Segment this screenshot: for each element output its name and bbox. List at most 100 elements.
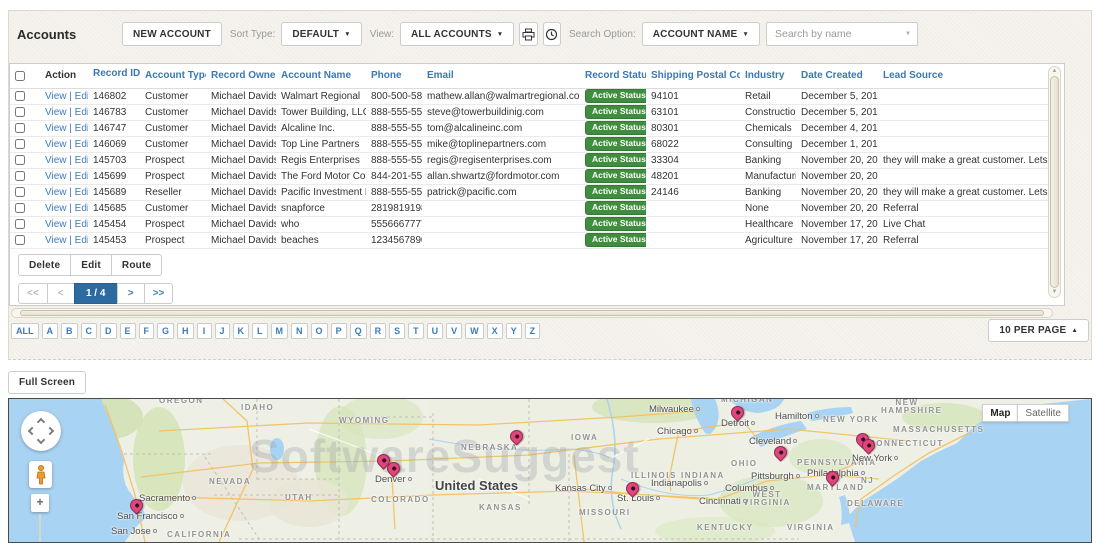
edit-link[interactable]: Edit [75, 91, 88, 102]
page-button[interactable]: >> [144, 283, 174, 304]
view-link[interactable]: View [45, 155, 67, 166]
page-button[interactable]: > [117, 283, 145, 304]
edit-button[interactable]: Edit [70, 254, 112, 276]
row-checkbox[interactable] [15, 187, 25, 197]
delete-button[interactable]: Delete [18, 254, 71, 276]
alphabet-filter-w[interactable]: W [465, 323, 484, 339]
alphabet-filter-m[interactable]: M [271, 323, 289, 339]
alphabet-filter-y[interactable]: Y [506, 323, 522, 339]
edit-link[interactable]: Edit [75, 123, 88, 134]
column-header-date-created[interactable]: Date Created [796, 64, 878, 88]
view-dropdown[interactable]: ALL ACCOUNTS ▼ [400, 22, 514, 46]
alphabet-filter-h[interactable]: H [177, 323, 194, 339]
edit-link[interactable]: Edit [75, 203, 88, 214]
zoom-slider-track[interactable] [39, 514, 41, 542]
column-header-shipping-postal-code[interactable]: Shipping Postal Code [646, 64, 740, 88]
horizontal-scrollbar-thumb[interactable] [20, 310, 1044, 316]
view-link[interactable]: View [45, 91, 67, 102]
alphabet-filter-z[interactable]: Z [525, 323, 541, 339]
edit-link[interactable]: Edit [75, 139, 88, 150]
route-button[interactable]: Route [111, 254, 162, 276]
vertical-scrollbar[interactable]: ▲ ▼ [1048, 66, 1061, 298]
column-header-account-name[interactable]: Account Name [276, 64, 366, 88]
select-all-checkbox[interactable] [15, 71, 25, 81]
map-type-satellite[interactable]: Satellite [1017, 404, 1069, 422]
row-checkbox[interactable] [15, 139, 25, 149]
view-link[interactable]: View [45, 171, 67, 182]
print-button[interactable] [519, 22, 537, 46]
alphabet-filter-i[interactable]: I [197, 323, 212, 339]
view-link[interactable]: View [45, 219, 67, 230]
column-header-phone[interactable]: Phone [366, 64, 422, 88]
alphabet-filter-x[interactable]: X [487, 323, 503, 339]
map-type-map[interactable]: Map [982, 404, 1018, 422]
row-checkbox[interactable] [15, 91, 25, 101]
new-account-button[interactable]: NEW ACCOUNT [122, 22, 222, 46]
alphabet-filter-g[interactable]: G [157, 323, 174, 339]
alphabet-filter-v[interactable]: V [446, 323, 462, 339]
alphabet-filter-n[interactable]: N [291, 323, 308, 339]
alphabet-filter-d[interactable]: D [100, 323, 117, 339]
alphabet-filter-e[interactable]: E [120, 323, 136, 339]
row-checkbox[interactable] [15, 219, 25, 229]
row-checkbox[interactable] [15, 235, 25, 245]
recent-history-button[interactable] [543, 22, 561, 46]
pan-left-icon[interactable] [28, 427, 36, 435]
pan-right-icon[interactable] [46, 427, 54, 435]
row-checkbox[interactable] [15, 107, 25, 117]
full-screen-button[interactable]: Full Screen [8, 371, 86, 394]
edit-link[interactable]: Edit [75, 155, 88, 166]
alphabet-filter-f[interactable]: F [139, 323, 155, 339]
row-checkbox[interactable] [15, 155, 25, 165]
vertical-scrollbar-thumb[interactable] [1050, 76, 1059, 288]
page-button[interactable]: << [18, 283, 48, 304]
alphabet-filter-l[interactable]: L [252, 323, 268, 339]
pan-up-icon[interactable] [37, 418, 45, 426]
sort-type-dropdown[interactable]: DEFAULT ▼ [281, 22, 361, 46]
column-header-lead-source[interactable]: Lead Source [878, 64, 1048, 88]
alphabet-filter-u[interactable]: U [427, 323, 444, 339]
pan-control[interactable] [21, 411, 61, 451]
column-header-action[interactable]: Action [40, 64, 88, 88]
row-checkbox[interactable] [15, 171, 25, 181]
edit-link[interactable]: Edit [75, 219, 88, 230]
alphabet-filter-c[interactable]: C [81, 323, 98, 339]
horizontal-scrollbar[interactable] [11, 308, 1053, 318]
page-button[interactable]: < [47, 283, 75, 304]
current-page[interactable]: 1 / 4 [74, 283, 118, 304]
search-input[interactable] [766, 22, 918, 46]
view-link[interactable]: View [45, 139, 67, 150]
street-view-pegman[interactable] [29, 461, 52, 488]
column-header-industry[interactable]: Industry [740, 64, 796, 88]
column-header-record-owner[interactable]: Record Owner [206, 64, 276, 88]
map[interactable]: SoftwareSuggest United States OREGONIDAH… [8, 398, 1092, 543]
alphabet-filter-p[interactable]: P [331, 323, 347, 339]
column-header-account-type[interactable]: Account Type [140, 64, 206, 88]
alphabet-filter-s[interactable]: S [389, 323, 405, 339]
alphabet-filter-b[interactable]: B [61, 323, 78, 339]
column-header-record-status[interactable]: Record Status [580, 64, 646, 88]
per-page-dropdown[interactable]: 10 PER PAGE ▲ [988, 319, 1089, 342]
alphabet-filter-all[interactable]: ALL [11, 323, 39, 339]
column-header-email[interactable]: Email [422, 64, 580, 88]
edit-link[interactable]: Edit [75, 187, 88, 198]
alphabet-filter-j[interactable]: J [215, 323, 230, 339]
view-link[interactable]: View [45, 235, 67, 246]
view-link[interactable]: View [45, 203, 67, 214]
zoom-in-button[interactable]: + [31, 494, 49, 512]
alphabet-filter-o[interactable]: O [311, 323, 328, 339]
row-checkbox[interactable] [15, 123, 25, 133]
pan-down-icon[interactable] [37, 436, 45, 444]
edit-link[interactable]: Edit [75, 235, 88, 246]
search-option-dropdown[interactable]: ACCOUNT NAME ▼ [642, 22, 760, 46]
view-link[interactable]: View [45, 187, 67, 198]
alphabet-filter-r[interactable]: R [370, 323, 387, 339]
alphabet-filter-q[interactable]: Q [350, 323, 367, 339]
edit-link[interactable]: Edit [75, 171, 88, 182]
column-header-record-id[interactable]: Record ID▼ [88, 64, 140, 88]
row-checkbox[interactable] [15, 203, 25, 213]
alphabet-filter-a[interactable]: A [42, 323, 59, 339]
alphabet-filter-t[interactable]: T [408, 323, 424, 339]
view-link[interactable]: View [45, 123, 67, 134]
alphabet-filter-k[interactable]: K [233, 323, 250, 339]
